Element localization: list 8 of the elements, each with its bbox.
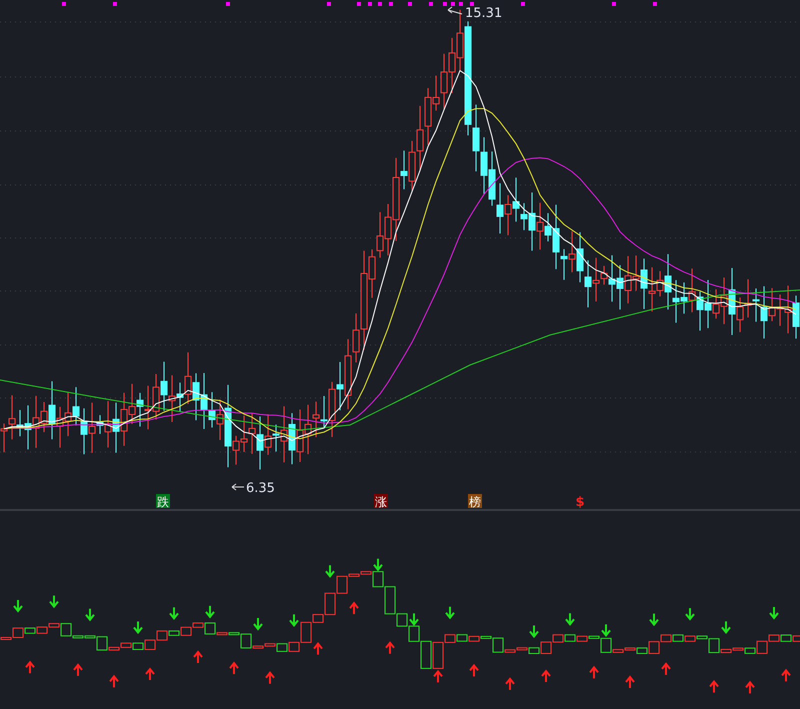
signal-glyph: $ <box>575 495 585 509</box>
high-price-label: 15.31 <box>465 6 502 21</box>
leader-line <box>232 484 244 490</box>
signal-badge: 榜 <box>468 494 482 509</box>
signal-badge: 跌 <box>156 494 170 509</box>
leader-line <box>448 6 462 14</box>
signal-badge: 涨 <box>374 494 388 509</box>
low-price-label: 6.35 <box>246 481 275 496</box>
